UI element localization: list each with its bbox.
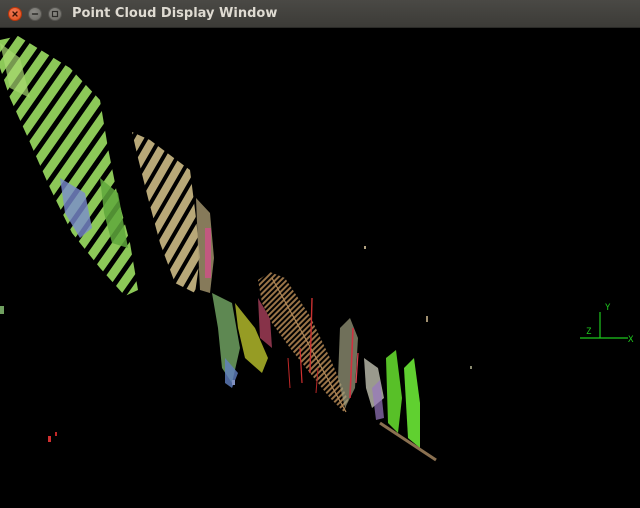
maximize-icon bbox=[51, 10, 59, 18]
point-cloud-canvas[interactable]: Y Z X bbox=[0, 28, 640, 508]
axis-x-label: X bbox=[628, 335, 634, 345]
close-icon bbox=[12, 11, 18, 17]
close-button[interactable] bbox=[8, 7, 22, 21]
point-cluster-right bbox=[338, 318, 437, 462]
point-cluster-tan bbox=[132, 132, 214, 293]
maximize-button[interactable] bbox=[48, 7, 62, 21]
minimize-button[interactable] bbox=[28, 7, 42, 21]
point-cluster-green-upper bbox=[0, 36, 138, 296]
window-title: Point Cloud Display Window bbox=[72, 6, 278, 21]
point-cluster-middle bbox=[212, 293, 272, 388]
axes-indicator: Y Z X bbox=[580, 303, 634, 345]
axis-z-label: Z bbox=[586, 327, 592, 337]
title-bar[interactable]: Point Cloud Display Window bbox=[0, 0, 640, 28]
minimize-icon bbox=[31, 13, 39, 15]
point-cloud-window: Point Cloud Display Window Y Z X bbox=[0, 0, 640, 508]
point-cloud-viewport[interactable]: Y Z X bbox=[0, 28, 640, 508]
axis-y-label: Y bbox=[605, 303, 611, 313]
